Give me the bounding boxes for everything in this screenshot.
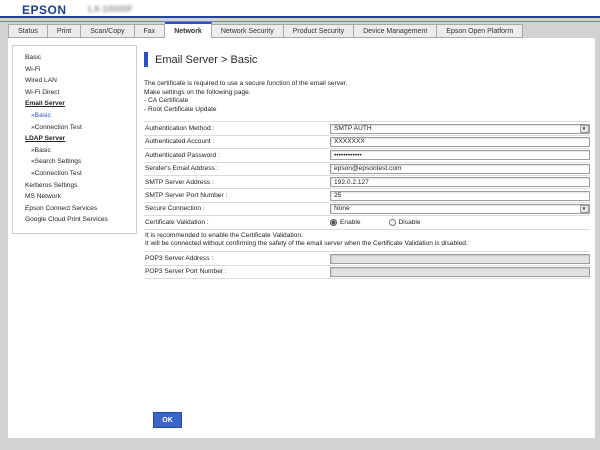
- field-label: Certificate Validation :: [144, 219, 330, 226]
- certificate-validation-disable-option[interactable]: Disable: [389, 219, 421, 226]
- form-row-certificate-validation: Certificate Validation : Enable Disable: [144, 215, 590, 228]
- tab-network[interactable]: Network: [165, 22, 212, 38]
- pop3-server-address-input: [330, 254, 590, 264]
- sidebar-item-ldap-search-settings[interactable]: »Search Settings: [13, 156, 136, 168]
- form-row-secure-connection: Secure Connection : None ▼: [144, 202, 590, 215]
- radio-label: Enable: [340, 219, 361, 226]
- field-label: SMTP Server Address :: [144, 179, 330, 186]
- sidebar-item-ldap-connection-test[interactable]: »Connection Test: [13, 168, 136, 180]
- enable-radio[interactable]: [330, 219, 337, 226]
- description-line: - CA Certificate: [144, 97, 590, 106]
- secure-connection-select[interactable]: None ▼: [330, 204, 590, 214]
- description-line: - Root Certificate Update: [144, 106, 590, 115]
- radio-label: Disable: [399, 219, 421, 226]
- field-label: Sender's Email Address :: [144, 165, 330, 172]
- main-pane: Email Server > Basic The certificate is …: [144, 38, 590, 279]
- tab-fax[interactable]: Fax: [135, 24, 166, 38]
- select-value: SMTP AUTH: [331, 125, 580, 132]
- email-server-form: Authentication Method : SMTP AUTH ▼ Auth…: [144, 121, 590, 278]
- form-row-authenticated-password: Authenticated Password :: [144, 148, 590, 161]
- field-label: SMTP Server Port Number :: [144, 192, 330, 199]
- sidebar-item-ldap-server[interactable]: LDAP Server: [13, 133, 136, 145]
- sidebar-item-ms-network[interactable]: MS Network: [13, 191, 136, 203]
- authentication-method-select[interactable]: SMTP AUTH ▼: [330, 124, 590, 134]
- sidebar-item-kerberos-settings[interactable]: Kerberos Settings: [13, 180, 136, 192]
- tab-device-management[interactable]: Device Management: [354, 24, 437, 38]
- pop3-server-port-number-input: [330, 267, 590, 277]
- sidebar-item-email-server[interactable]: Email Server: [13, 98, 136, 110]
- sidebar-item-ldap-basic[interactable]: »Basic: [13, 145, 136, 157]
- field-label: Secure Connection :: [144, 205, 330, 212]
- network-sidebar: Basic Wi-Fi Wired LAN Wi-Fi Direct Email…: [12, 45, 137, 234]
- certificate-validation-enable-option[interactable]: Enable: [330, 219, 361, 226]
- field-label: POP3 Server Address :: [144, 255, 330, 262]
- page-title: Email Server > Basic: [155, 54, 257, 66]
- title-accent-bar: [144, 52, 148, 67]
- epson-logo: EPSON: [22, 3, 67, 17]
- header-divider: [0, 21, 600, 22]
- form-row-smtp-server-address: SMTP Server Address :: [144, 175, 590, 188]
- authenticated-account-input[interactable]: [330, 137, 590, 147]
- main-tab-bar: Status Print Scan/Copy Fax Network Netwo…: [8, 23, 600, 38]
- disable-radio[interactable]: [389, 219, 396, 226]
- description-line: Make settings on the following page.: [144, 89, 590, 98]
- printer-model-label: LX-10000F: [88, 4, 133, 14]
- tab-network-security[interactable]: Network Security: [212, 24, 284, 38]
- note-line: It will be connected without confirming …: [145, 240, 590, 248]
- field-label: Authenticated Account :: [144, 138, 330, 145]
- sidebar-item-wifi-direct[interactable]: Wi-Fi Direct: [13, 87, 136, 99]
- sidebar-item-email-server-basic[interactable]: »Basic: [13, 110, 136, 122]
- tab-scan-copy[interactable]: Scan/Copy: [81, 24, 134, 38]
- tab-print[interactable]: Print: [48, 24, 81, 38]
- app-header: EPSON LX-10000F: [0, 0, 600, 18]
- form-row-authentication-method: Authentication Method : SMTP AUTH ▼: [144, 121, 590, 134]
- certificate-validation-radio-group: Enable Disable: [330, 219, 421, 226]
- page-title-bar: Email Server > Basic: [144, 52, 590, 67]
- senders-email-address-input[interactable]: [330, 164, 590, 174]
- ok-button[interactable]: OK: [153, 412, 182, 428]
- content-panel: Basic Wi-Fi Wired LAN Wi-Fi Direct Email…: [8, 38, 595, 438]
- smtp-server-port-number-input[interactable]: [330, 191, 590, 201]
- chevron-down-icon[interactable]: ▼: [580, 125, 589, 133]
- sidebar-item-basic[interactable]: Basic: [13, 52, 136, 64]
- select-value: None: [331, 205, 580, 212]
- sidebar-item-epson-connect-services[interactable]: Epson Connect Services: [13, 203, 136, 215]
- field-label: Authentication Method :: [144, 125, 330, 132]
- sidebar-item-wifi[interactable]: Wi-Fi: [13, 64, 136, 76]
- form-row-authenticated-account: Authenticated Account :: [144, 135, 590, 148]
- sidebar-item-email-server-connection-test[interactable]: »Connection Test: [13, 122, 136, 134]
- tab-epson-open-platform[interactable]: Epson Open Platform: [437, 24, 523, 38]
- page-description: The certificate is required to use a sec…: [144, 80, 590, 114]
- authenticated-password-input[interactable]: [330, 150, 590, 160]
- field-label: POP3 Server Port Number :: [144, 268, 330, 275]
- sidebar-item-wired-lan[interactable]: Wired LAN: [13, 75, 136, 87]
- sidebar-item-google-cloud-print-services[interactable]: Google Cloud Print Services: [13, 214, 136, 226]
- form-row-smtp-server-port-number: SMTP Server Port Number :: [144, 188, 590, 201]
- tab-status[interactable]: Status: [8, 24, 48, 38]
- form-row-pop3-server-port-number: POP3 Server Port Number :: [144, 265, 590, 279]
- description-line: The certificate is required to use a sec…: [144, 80, 590, 89]
- smtp-server-address-input[interactable]: [330, 177, 590, 187]
- note-line: It is recommended to enable the Certific…: [145, 232, 590, 240]
- field-label: Authenticated Password :: [144, 152, 330, 159]
- chevron-down-icon[interactable]: ▼: [580, 205, 589, 213]
- form-row-pop3-server-address: POP3 Server Address :: [144, 251, 590, 264]
- certificate-validation-note: It is recommended to enable the Certific…: [144, 229, 590, 252]
- tab-product-security[interactable]: Product Security: [284, 24, 354, 38]
- form-row-senders-email-address: Sender's Email Address :: [144, 162, 590, 175]
